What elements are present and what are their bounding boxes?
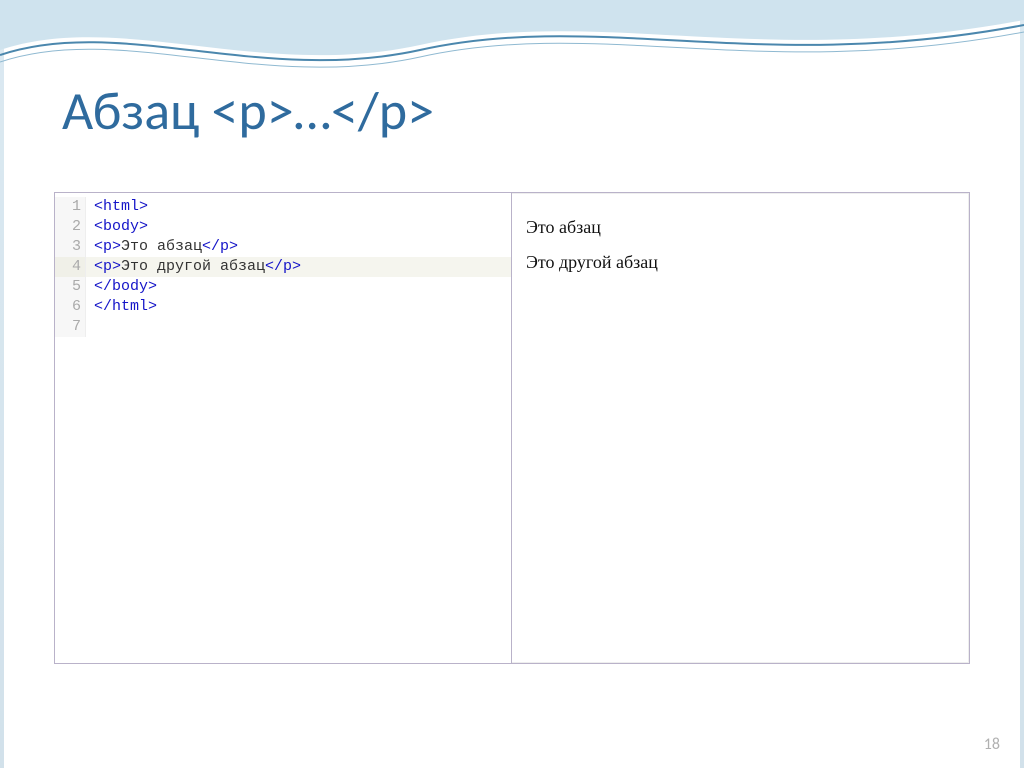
code-content: <p>Это другой абзац</p>	[94, 257, 301, 277]
html-tag: </body>	[94, 278, 157, 295]
html-tag: </html>	[94, 298, 157, 315]
line-number: 5	[55, 277, 86, 297]
html-tag: <html>	[94, 198, 148, 215]
code-content: </html>	[94, 297, 157, 317]
content-frame: 1<html>2<body>3 <p>Это абзац</p>4 <p>Это…	[54, 192, 970, 664]
code-line: 1 <html>	[55, 197, 511, 217]
slide-border-left	[0, 0, 4, 768]
code-content: <body>	[94, 217, 148, 237]
html-tag: <p>	[94, 238, 121, 255]
html-tag: </p>	[265, 258, 301, 275]
code-text: Это другой абзац	[121, 258, 265, 275]
html-tag: <p>	[94, 258, 121, 275]
code-line: 3 <p>Это абзац</p>	[55, 237, 511, 257]
code-content: <p>Это абзац</p>	[94, 237, 238, 257]
line-number: 6	[55, 297, 86, 317]
code-content: </body>	[94, 277, 157, 297]
decorative-wave-icon	[0, 0, 1024, 90]
line-number: 1	[55, 197, 86, 217]
slide: Абзац <p>…</p> 1<html>2<body>3 <p>Это аб…	[0, 0, 1024, 768]
html-tag: <body>	[94, 218, 148, 235]
code-line: 7	[55, 317, 511, 337]
line-number: 2	[55, 217, 86, 237]
code-line: 6 </html>	[55, 297, 511, 317]
preview-paragraph-2: Это другой абзац	[526, 252, 955, 273]
code-line: 5 </body>	[55, 277, 511, 297]
code-line: 4 <p>Это другой абзац</p>	[55, 257, 511, 277]
html-tag: </p>	[202, 238, 238, 255]
preview-paragraph-1: Это абзац	[526, 217, 955, 238]
code-pane: 1<html>2<body>3 <p>Это абзац</p>4 <p>Это…	[55, 193, 512, 663]
line-number: 7	[55, 317, 86, 337]
code-text: Это абзац	[121, 238, 202, 255]
code-content: <html>	[94, 197, 148, 217]
preview-pane: Это абзац Это другой абзац	[512, 193, 969, 663]
code-line: 2 <body>	[55, 217, 511, 237]
slide-border-right	[1020, 0, 1024, 768]
line-number: 3	[55, 237, 86, 257]
line-number: 4	[55, 257, 86, 277]
page-number: 18	[984, 735, 1000, 754]
slide-title: Абзац <p>…</p>	[62, 78, 434, 144]
